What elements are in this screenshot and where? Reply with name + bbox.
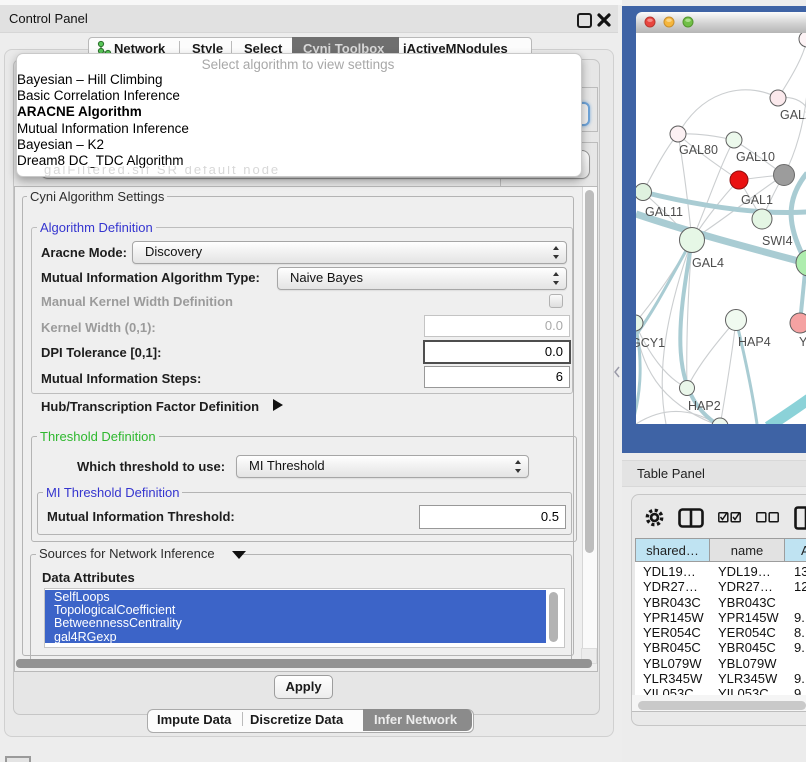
svg-text:GAL4: GAL4 bbox=[692, 256, 724, 270]
svg-text:GAL80: GAL80 bbox=[679, 143, 718, 157]
svg-text:Y: Y bbox=[799, 335, 806, 349]
svg-text:GCY1: GCY1 bbox=[636, 336, 665, 350]
svg-text:GAL2: GAL2 bbox=[780, 108, 806, 122]
svg-text:SWI4: SWI4 bbox=[762, 234, 793, 248]
svg-text:HAP4: HAP4 bbox=[738, 335, 771, 349]
svg-text:GAL1: GAL1 bbox=[741, 193, 773, 207]
svg-text:GAL11: GAL11 bbox=[645, 205, 683, 219]
svg-text:GAL10: GAL10 bbox=[736, 150, 775, 164]
svg-text:HAP2: HAP2 bbox=[688, 399, 721, 413]
